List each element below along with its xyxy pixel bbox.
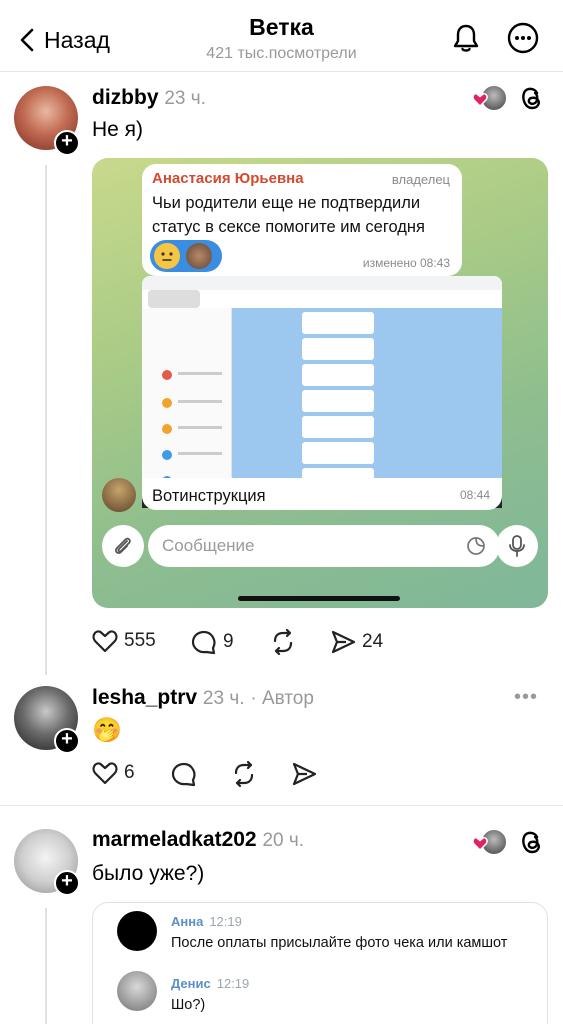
tg-message-text: Чьи родители еще не подтвердили статус в…	[152, 194, 425, 236]
like-button[interactable]: 6	[92, 761, 135, 785]
heart-badge-icon	[472, 836, 488, 851]
post-text: Не я)	[92, 118, 144, 141]
more-options-icon[interactable]	[505, 20, 541, 56]
threads-icon[interactable]	[518, 84, 544, 117]
heart-icon	[92, 630, 118, 653]
send-icon	[292, 762, 317, 786]
share-button[interactable]: 24	[330, 629, 383, 655]
neutral-face-emoji-icon	[154, 243, 180, 269]
post-header: marmeladkat202 20 ч.	[92, 828, 304, 852]
repost-button[interactable]	[231, 761, 257, 787]
post-image[interactable]: Анна 12:19 После оплаты присылайте фото ч…	[92, 902, 548, 1024]
microphone-icon	[496, 525, 538, 567]
share-count: 24	[362, 631, 384, 652]
paperclip-icon	[102, 525, 144, 567]
heart-badge-icon	[472, 92, 488, 107]
like-count: 6	[124, 762, 135, 783]
tg-caption-bubble: Вотинструкция 08:44	[142, 478, 502, 510]
repost-icon	[273, 629, 293, 655]
liked-by-avatars[interactable]	[470, 84, 508, 112]
thread-line	[45, 908, 47, 1024]
post-time: 23 ч.	[202, 688, 245, 709]
username[interactable]: dizbby	[92, 86, 159, 109]
quote-text: После оплаты присылайте фото чека или ка…	[171, 935, 508, 951]
post-text: было уже?)	[92, 862, 205, 885]
author-tag: · Автор	[250, 688, 314, 709]
quote-message: Денис 12:19 Шо?)	[171, 975, 249, 1013]
username[interactable]: marmeladkat202	[92, 828, 257, 851]
comment-count: 9	[223, 631, 234, 652]
comment-button[interactable]	[171, 761, 197, 787]
share-button[interactable]	[291, 761, 317, 787]
post-header: dizbby 23 ч.	[92, 86, 206, 110]
post-divider	[0, 805, 563, 806]
tg-caption-time: 08:44	[459, 488, 490, 502]
post-image[interactable]: Анастасия Юрьевна владелец Чьи родители …	[92, 158, 548, 608]
like-count: 555	[124, 630, 156, 651]
heart-icon	[92, 762, 118, 785]
tg-sender-avatar	[102, 478, 136, 512]
bell-icon[interactable]	[448, 20, 484, 56]
home-indicator	[238, 596, 400, 601]
follow-button[interactable]: +	[54, 728, 80, 754]
threads-icon[interactable]	[518, 828, 544, 861]
tg-reaction-avatar	[186, 243, 212, 269]
tg-embedded-screenshot	[142, 276, 502, 508]
more-dots-icon[interactable]: •••	[514, 686, 538, 709]
tg-owner-badge: владелец	[391, 172, 450, 187]
comment-icon	[171, 762, 196, 787]
quote-message: Анна 12:19 После оплаты присылайте фото ч…	[171, 913, 507, 951]
tg-message-input: Сообщение	[148, 525, 500, 567]
tg-edited-time: изменено 08:43	[362, 256, 450, 270]
tg-caption: Вотинструкция	[152, 487, 266, 505]
post-time: 23 ч.	[164, 88, 206, 109]
liked-by-avatars[interactable]	[470, 828, 508, 856]
follow-button[interactable]: +	[54, 870, 80, 896]
post-text: 🤭	[92, 717, 122, 744]
post-header: lesha_ptrv 23 ч. · Автор	[92, 686, 314, 710]
tg-sender-name: Анастасия Юрьевна	[152, 170, 304, 187]
thread-line	[45, 165, 47, 675]
quote-sender: Анна	[171, 914, 204, 929]
username[interactable]: lesha_ptrv	[92, 686, 197, 709]
quote-sender: Денис	[171, 976, 211, 991]
tg-input-placeholder: Сообщение	[162, 536, 255, 555]
tg-reaction-pill	[150, 240, 222, 272]
post-time: 20 ч.	[262, 830, 305, 851]
comment-icon	[191, 630, 216, 655]
app-header: Назад Ветка 421 тыс.посмотрели	[0, 0, 563, 72]
quote-avatar	[117, 911, 157, 951]
sticker-icon	[467, 537, 485, 555]
follow-button[interactable]: +	[54, 130, 80, 156]
repost-icon	[234, 761, 254, 787]
comment-button[interactable]: 9	[191, 629, 234, 655]
like-button[interactable]: 555	[92, 629, 156, 653]
quote-avatar	[117, 971, 157, 1011]
repost-button[interactable]	[270, 629, 296, 655]
send-icon	[331, 630, 356, 654]
quote-text: Шо?)	[171, 997, 206, 1013]
quote-time: 12:19	[216, 976, 250, 991]
quote-time: 12:19	[209, 914, 242, 929]
tg-message-bubble: Анастасия Юрьевна владелец Чьи родители …	[142, 164, 462, 276]
